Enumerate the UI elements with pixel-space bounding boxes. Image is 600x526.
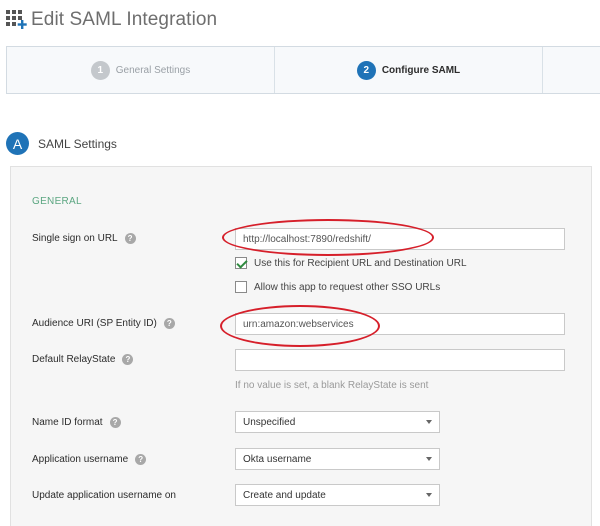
update-username-value: Create and update (243, 489, 326, 501)
name-id-format-select[interactable]: Unspecified (235, 411, 440, 433)
chevron-down-icon (426, 493, 432, 497)
section-badge: A (6, 132, 29, 155)
wizard-step-configure-saml[interactable]: 2 Configure SAML (275, 47, 543, 93)
chevron-down-icon (426, 457, 432, 461)
sso-url-label: Single sign on URL ? (32, 233, 136, 244)
app-username-value: Okta username (243, 453, 312, 465)
relay-state-hint: If no value is set, a blank RelayState i… (235, 380, 429, 391)
audience-uri-label: Audience URI (SP Entity ID) ? (32, 318, 175, 329)
audience-uri-input[interactable] (235, 313, 565, 335)
wizard-step-general-settings[interactable]: 1 General Settings (7, 47, 275, 93)
relay-state-label-text: Default RelayState (32, 354, 116, 365)
name-id-format-label-text: Name ID format (32, 417, 103, 428)
sso-url-label-text: Single sign on URL (32, 233, 118, 244)
wizard-step-next[interactable] (543, 47, 600, 93)
help-icon[interactable]: ? (124, 233, 136, 244)
other-sso-checkbox-label: Allow this app to request other SSO URLs (254, 281, 441, 293)
help-icon[interactable]: ? (163, 318, 175, 329)
recipient-url-checkbox[interactable] (235, 257, 247, 269)
name-id-format-label: Name ID format ? (32, 417, 121, 428)
other-sso-checkbox-row[interactable]: Allow this app to request other SSO URLs (235, 281, 440, 293)
page-title: Edit SAML Integration (31, 9, 218, 30)
audience-uri-label-text: Audience URI (SP Entity ID) (32, 318, 157, 329)
help-icon[interactable]: ? (109, 417, 121, 428)
update-username-label-text: Update application username on (32, 490, 176, 501)
help-icon[interactable]: ? (135, 454, 147, 465)
app-username-label-text: Application username (32, 454, 129, 465)
recipient-url-checkbox-label: Use this for Recipient URL and Destinati… (254, 257, 467, 269)
name-id-format-value: Unspecified (243, 416, 296, 428)
help-icon[interactable]: ? (122, 354, 134, 365)
update-username-label: Update application username on (32, 490, 176, 501)
sso-url-input[interactable] (235, 228, 565, 250)
wizard-steps: 1 General Settings 2 Configure SAML (6, 46, 600, 94)
section-title: SAML Settings (38, 136, 117, 151)
step-label: General Settings (115, 64, 191, 76)
saml-settings-panel (10, 166, 592, 526)
app-username-label: Application username ? (32, 454, 147, 465)
chevron-down-icon (426, 420, 432, 424)
recipient-url-checkbox-row[interactable]: Use this for Recipient URL and Destinati… (235, 257, 467, 269)
app-username-select[interactable]: Okta username (235, 448, 440, 470)
step-number: 1 (90, 60, 110, 80)
step-label: Configure SAML (381, 64, 461, 76)
other-sso-checkbox[interactable] (235, 281, 247, 293)
update-username-select[interactable]: Create and update (235, 484, 440, 506)
title-bar: Edit SAML Integration (0, 0, 600, 40)
section-header: A SAML Settings (6, 132, 117, 155)
step-number: 2 (356, 60, 376, 80)
relay-state-label: Default RelayState ? (32, 354, 134, 365)
app-grid-plus-icon (6, 10, 28, 30)
group-label-general: GENERAL (32, 196, 82, 207)
relay-state-input[interactable] (235, 349, 565, 371)
